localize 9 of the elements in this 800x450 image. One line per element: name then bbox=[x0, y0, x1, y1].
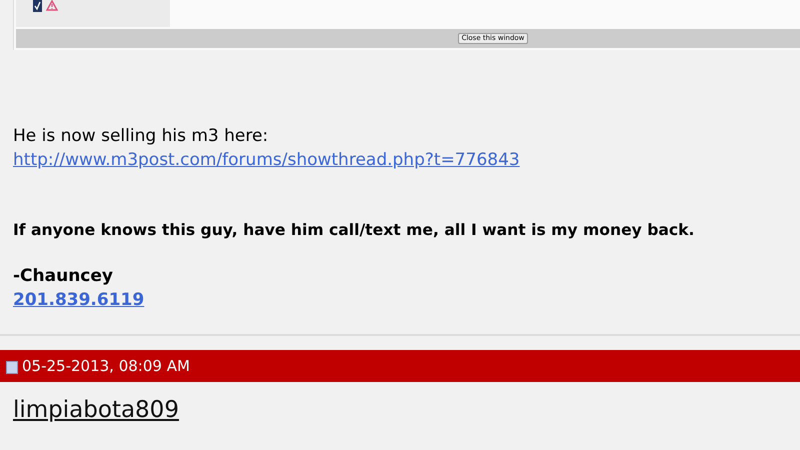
post-date: 05-25-2013, 08:09 AM bbox=[22, 357, 190, 375]
username-link[interactable]: limpiabota809 bbox=[13, 396, 179, 424]
thread-link[interactable]: http://www.m3post.com/forums/showthread.php?t=776843 bbox=[13, 148, 520, 172]
warning-icon bbox=[46, 0, 58, 11]
post-icon bbox=[6, 361, 18, 374]
post-text: He is now selling his m3 here: bbox=[13, 125, 270, 148]
phone-link[interactable]: 201.839.6119 bbox=[13, 288, 144, 312]
post-text: If anyone knows this guy, have him call/text me, all I want is my money back. bbox=[13, 220, 696, 241]
signature-text: -Chauncey bbox=[13, 265, 114, 288]
